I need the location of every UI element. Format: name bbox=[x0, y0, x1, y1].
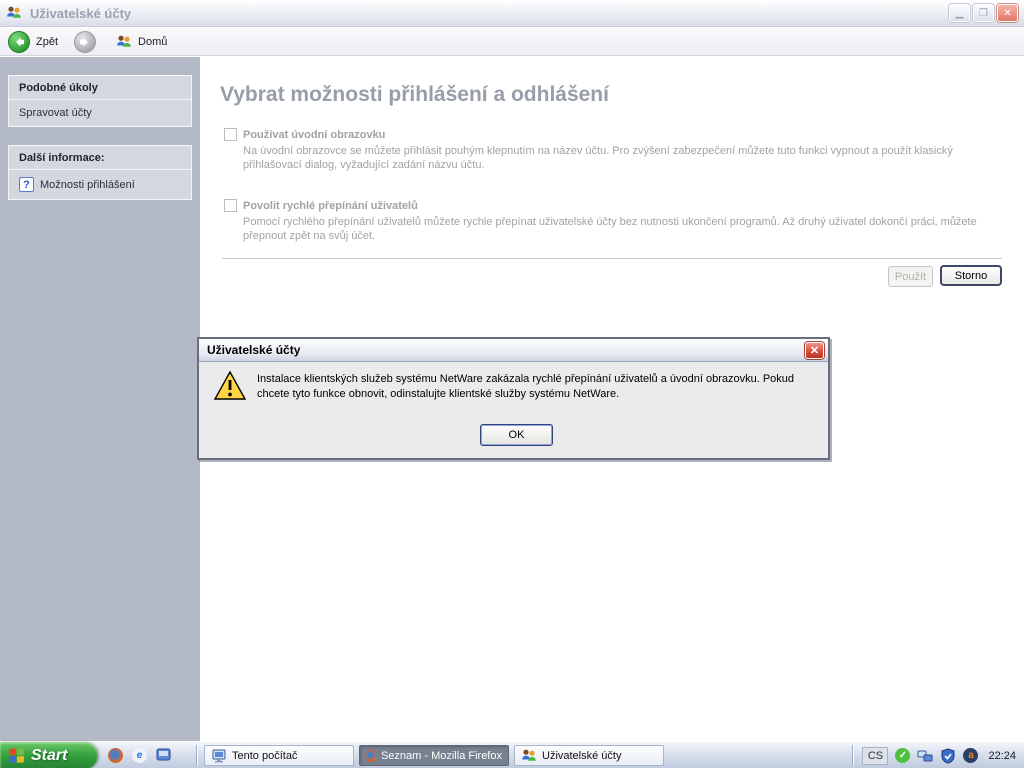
dialog-message: Instalace klientských služeb systému Net… bbox=[257, 373, 795, 400]
minimize-button[interactable]: ▁ bbox=[949, 4, 970, 22]
computer-icon bbox=[212, 749, 226, 762]
more-info-header: Další informace: bbox=[9, 146, 191, 170]
taskbar-item-my-computer[interactable]: Tento počítač bbox=[204, 745, 354, 766]
start-button[interactable]: Start bbox=[0, 742, 98, 768]
back-button[interactable] bbox=[8, 30, 30, 53]
antivirus-icon[interactable]: a bbox=[963, 748, 979, 763]
tray-separator bbox=[852, 745, 854, 766]
forward-arrow-icon bbox=[80, 37, 89, 46]
warning-icon bbox=[213, 370, 247, 400]
taskbar-separator bbox=[196, 745, 197, 766]
cancel-button[interactable]: Storno bbox=[940, 265, 1002, 286]
firefox-icon bbox=[366, 749, 376, 762]
navigation-toolbar: Zpět Domů bbox=[0, 28, 1024, 56]
netware-warning-dialog: Uživatelské účty ✕ Instalace klientských… bbox=[197, 337, 830, 460]
restore-button[interactable]: ❐ bbox=[973, 4, 994, 22]
fast-switching-description: Pomocí rychlého přepínání uživatelů může… bbox=[243, 216, 977, 242]
window-titlebar: Uživatelské účty ▁ ❐ ✕ bbox=[0, 0, 1024, 27]
fast-switching-label: Povolit rychlé přepínání uživatelů bbox=[243, 200, 418, 212]
dialog-titlebar: Uživatelské účty ✕ bbox=[199, 339, 828, 362]
dialog-body: Instalace klientských služeb systému Net… bbox=[199, 362, 828, 458]
divider bbox=[222, 258, 1002, 259]
clock[interactable]: 22:24 bbox=[988, 750, 1016, 762]
start-label: Start bbox=[31, 746, 68, 764]
more-info-box: Další informace: ? Možnosti přihlášení bbox=[8, 145, 192, 200]
fast-switching-checkbox bbox=[224, 199, 237, 212]
page-title: Vybrat možnosti přihlášení a odhlášení bbox=[220, 83, 609, 106]
home-label[interactable]: Domů bbox=[138, 36, 167, 48]
sidebar-item-manage-accounts[interactable]: Spravovat účty bbox=[9, 100, 191, 126]
taskbar-item-firefox[interactable]: Seznam - Mozilla Firefox bbox=[359, 745, 509, 766]
security-shield-icon[interactable] bbox=[940, 747, 956, 764]
apply-button: Použít bbox=[888, 266, 933, 287]
internet-explorer-icon[interactable]: e bbox=[132, 747, 147, 763]
dialog-close-icon[interactable]: ✕ bbox=[805, 341, 824, 359]
taskbar: Start e Tento počítač Seznam - Mozilla F… bbox=[0, 741, 1024, 768]
home-users-icon bbox=[117, 35, 131, 47]
windows-logo-icon bbox=[9, 747, 24, 763]
user-accounts-icon bbox=[7, 6, 21, 18]
system-tray: CS ✓ a 22:24 bbox=[852, 742, 1024, 768]
welcome-screen-checkbox bbox=[224, 128, 237, 141]
ok-button[interactable]: OK bbox=[480, 424, 553, 446]
related-tasks-box: Podobné úkoly Spravovat účty bbox=[8, 75, 192, 127]
show-desktop-icon[interactable] bbox=[156, 747, 172, 763]
sidebar-item-logon-options[interactable]: ? Možnosti přihlášení bbox=[9, 170, 191, 199]
sidebar: Podobné úkoly Spravovat účty Další infor… bbox=[0, 57, 200, 741]
quick-launch: e bbox=[108, 747, 172, 763]
back-label[interactable]: Zpět bbox=[36, 36, 58, 48]
back-arrow-icon bbox=[16, 37, 24, 46]
user-accounts-icon bbox=[522, 749, 536, 761]
welcome-screen-label: Používat úvodní obrazovku bbox=[243, 129, 386, 141]
status-check-icon[interactable]: ✓ bbox=[895, 748, 911, 763]
taskbar-item-user-accounts[interactable]: Uživatelské účty bbox=[514, 745, 664, 766]
related-tasks-header: Podobné úkoly bbox=[9, 76, 191, 100]
firefox-icon[interactable] bbox=[108, 747, 123, 763]
window-title: Uživatelské účty bbox=[30, 5, 132, 21]
help-icon: ? bbox=[19, 177, 34, 192]
dialog-title: Uživatelské účty bbox=[207, 343, 301, 357]
language-indicator[interactable]: CS bbox=[862, 746, 889, 765]
close-button[interactable]: ✕ bbox=[997, 4, 1018, 22]
network-icon[interactable] bbox=[917, 748, 933, 764]
forward-button[interactable] bbox=[74, 30, 97, 53]
welcome-screen-description: Na úvodní obrazovce se můžete přihlásit … bbox=[243, 145, 953, 171]
